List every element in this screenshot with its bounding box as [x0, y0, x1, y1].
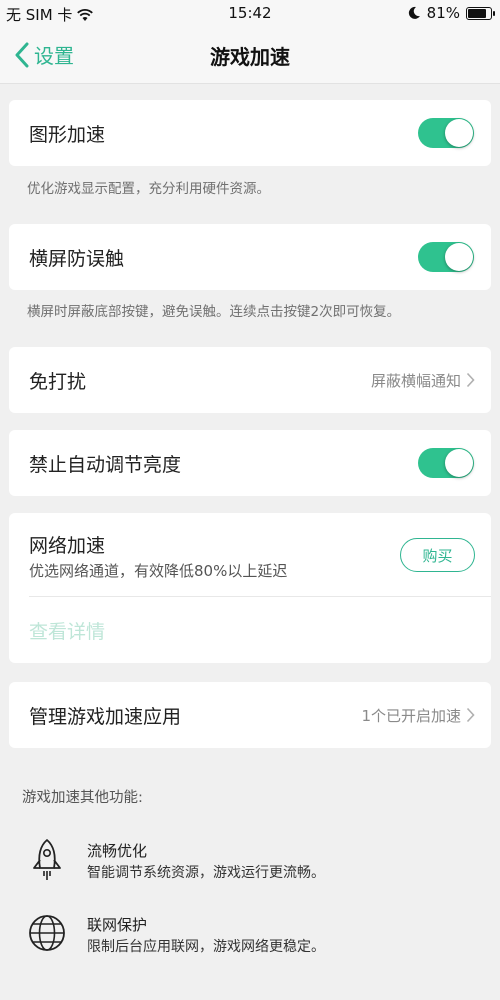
graphics-acceleration-row: 图形加速 — [9, 100, 491, 166]
do-not-disturb-value: 屏蔽横幅通知 — [370, 372, 461, 390]
landscape-guard-toggle[interactable] — [418, 242, 474, 272]
do-not-disturb-row[interactable]: 免打扰 屏蔽横幅通知 — [9, 347, 491, 413]
network-acceleration-card: 网络加速 优选网络通道，有效降低80%以上延迟 购买 查看详情 — [9, 513, 491, 663]
navigation-bar: 设置 游戏加速 — [0, 26, 500, 84]
rocket-icon — [33, 839, 61, 880]
battery-percent: 81% — [426, 4, 460, 22]
graphics-acceleration-hint: 优化游戏显示配置，充分利用硬件资源。 — [27, 181, 270, 197]
network-acceleration-subtitle: 优选网络通道，有效降低80%以上延迟 — [29, 562, 288, 580]
manage-apps-value: 1个已开启加速 — [361, 707, 461, 725]
graphics-acceleration-label: 图形加速 — [29, 124, 106, 146]
do-not-disturb-label: 免打扰 — [29, 371, 87, 393]
auto-brightness-row: 禁止自动调节亮度 — [9, 430, 491, 496]
battery-icon — [466, 6, 495, 20]
auto-brightness-toggle[interactable] — [418, 448, 474, 478]
graphics-acceleration-toggle[interactable] — [418, 118, 474, 148]
toggle-knob — [445, 449, 473, 477]
manage-apps-row[interactable]: 管理游戏加速应用 1个已开启加速 — [9, 682, 491, 748]
toggle-knob — [445, 243, 473, 271]
divider — [29, 596, 491, 597]
globe-icon — [29, 915, 65, 951]
auto-brightness-label: 禁止自动调节亮度 — [29, 454, 182, 476]
status-right: 81% — [407, 4, 495, 22]
landscape-guard-row: 横屏防误触 — [9, 224, 491, 290]
page-title: 游戏加速 — [210, 45, 290, 69]
manage-apps-label: 管理游戏加速应用 — [29, 706, 182, 728]
toggle-knob — [445, 119, 473, 147]
moon-icon — [408, 6, 420, 19]
network-acceleration-label: 网络加速 — [29, 535, 106, 557]
feature-name: 流畅优化 — [87, 842, 148, 860]
feature-name: 联网保护 — [87, 916, 148, 934]
status-bar: 无 SIM 卡 15:42 81% — [0, 0, 500, 26]
feature-network-protection: 联网保护 限制后台应用联网，游戏网络更稳定。 — [0, 914, 500, 974]
chevron-right-icon — [466, 707, 475, 723]
feature-description: 限制后台应用联网，游戏网络更稳定。 — [87, 939, 325, 955]
buy-button[interactable]: 购买 — [400, 538, 475, 572]
feature-smooth-optimization: 流畅优化 智能调节系统资源，游戏运行更流畅。 — [0, 839, 500, 900]
view-details-link[interactable]: 查看详情 — [29, 617, 105, 644]
chevron-right-icon — [466, 372, 475, 388]
other-features-title: 游戏加速其他功能: — [22, 790, 143, 806]
feature-description: 智能调节系统资源，游戏运行更流畅。 — [87, 865, 325, 881]
landscape-guard-label: 横屏防误触 — [29, 248, 125, 270]
landscape-guard-hint: 横屏时屏蔽底部按键，避免误触。连续点击按键2次即可恢复。 — [27, 304, 401, 320]
